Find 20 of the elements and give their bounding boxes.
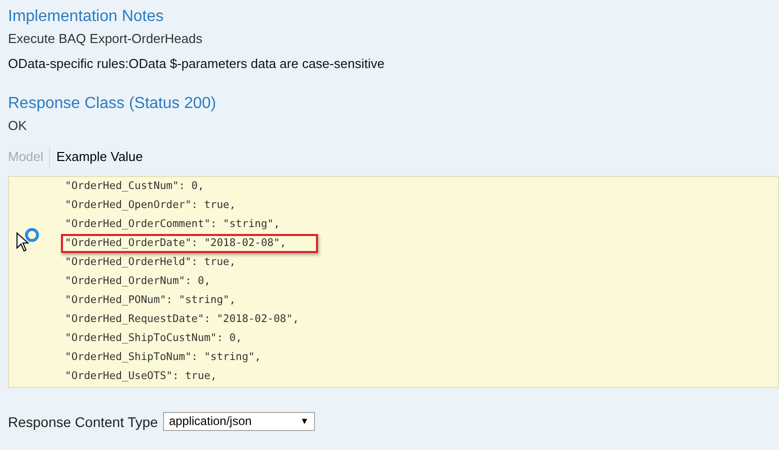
loading-ring-icon bbox=[24, 227, 40, 243]
status-text: OK bbox=[8, 117, 28, 134]
content-type-select[interactable]: application/json ▼ bbox=[162, 412, 315, 431]
section-heading: Response Class (Status 200) bbox=[8, 94, 218, 114]
section-heading: Implementation Notes bbox=[8, 7, 165, 27]
notes-rules: OData-specific rules:OData $-parameters data are case-sensitive bbox=[8, 55, 386, 72]
model-tab[interactable]: Example Value bbox=[49, 146, 149, 168]
code-line: "OrderHed_OrderNum": 0, bbox=[64, 274, 212, 289]
code-line: "OrderHed_ShipToCustNum": 0, bbox=[64, 331, 244, 346]
code-line: "OrderHed_PONum": "string", bbox=[64, 293, 237, 308]
code-line: "OrderHed_OpenOrder": true, bbox=[64, 198, 237, 213]
code-line: "OrderHed_CustNum": 0, bbox=[64, 179, 206, 194]
code-line: "OrderHed_OrderComment": "string", bbox=[64, 217, 281, 232]
code-line: "OrderHed_UseOTS": true, bbox=[64, 369, 218, 384]
code-line: "OrderHed_RequestDate": "2018-02-08", bbox=[64, 312, 300, 327]
code-line: "OrderHed_OrderHeld": true, bbox=[64, 255, 237, 270]
mouse-pointer-icon bbox=[16, 232, 30, 252]
code-line: "OrderHed_ShipToNum": "string", bbox=[64, 350, 262, 365]
notes-summary: Execute BAQ Export-OrderHeads bbox=[8, 30, 204, 47]
content-type-label: Response Content Type bbox=[8, 414, 158, 430]
